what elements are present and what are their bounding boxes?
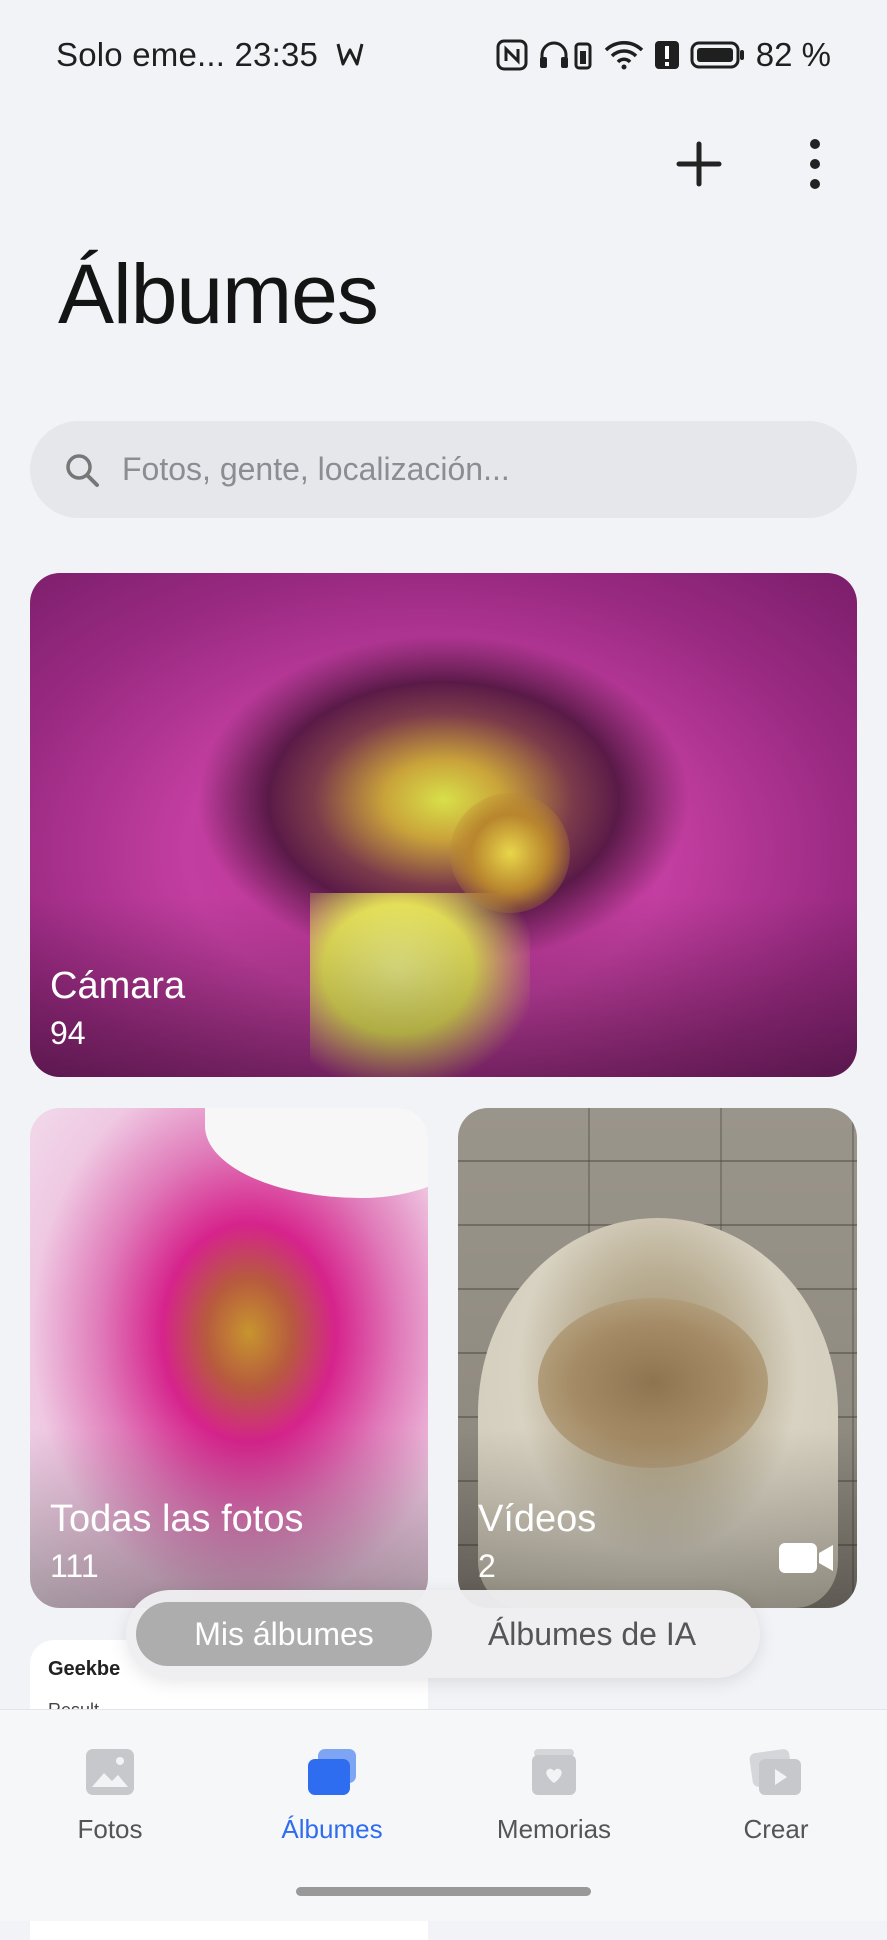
carrier-text: Solo eme... [56,36,226,73]
nav-item-create[interactable]: Crear [686,1742,866,1845]
search-icon [62,450,102,490]
nav-label: Fotos [77,1814,143,1844]
peek-title: Geekbe [48,1658,121,1680]
clock: 23:35 [234,36,319,73]
plus-icon [676,141,722,187]
album-card-all-photos[interactable]: Todas las fotos 111 [30,1108,428,1608]
top-actions [667,132,847,196]
photos-icon [20,1742,200,1802]
album-card-videos[interactable]: Vídeos 2 [458,1108,857,1608]
create-icon [686,1742,866,1802]
search-input[interactable] [120,450,824,489]
nfc-icon [496,39,528,71]
page-title: Álbumes [58,247,379,341]
more-options-button[interactable] [783,132,847,196]
wave-icon [335,38,365,76]
status-bar: Solo eme... 23:35 82 % [0,0,887,110]
nav-item-albums[interactable]: Álbumes [242,1742,422,1845]
battery-percent: 82 % [755,36,831,73]
home-indicator [296,1887,591,1896]
wifi-icon [604,39,644,71]
nav-label: Crear [743,1814,809,1844]
headphones-battery-icon [538,39,594,71]
battery-icon [690,39,746,71]
album-name: Todas las fotos [50,1498,304,1540]
video-camera-icon [777,1539,835,1582]
album-card-camera[interactable]: Cámara 94 [30,573,857,1077]
tab-my-albums[interactable]: Mis álbumes [136,1602,432,1666]
album-name: Cámara [50,965,186,1007]
more-vertical-icon [810,139,820,189]
add-button[interactable] [667,132,731,196]
nav-label: Memorias [496,1814,612,1844]
search-bar[interactable] [30,421,857,518]
nav-label: Álbumes [281,1814,383,1844]
memories-icon [464,1742,644,1802]
nav-item-memories[interactable]: Memorias [464,1742,644,1845]
album-count: 94 [50,1015,86,1051]
nav-item-photos[interactable]: Fotos [20,1742,200,1845]
album-count: 2 [478,1548,496,1584]
tab-ai-albums[interactable]: Álbumes de IA [432,1602,752,1666]
status-left: Solo eme... 23:35 [56,36,365,76]
album-type-switch: Mis álbumes Álbumes de IA [126,1590,760,1678]
albums-icon [242,1742,422,1802]
alert-icon [654,39,680,71]
status-right: 82 % [496,36,831,74]
album-name: Vídeos [478,1498,597,1540]
album-count: 111 [50,1548,99,1584]
